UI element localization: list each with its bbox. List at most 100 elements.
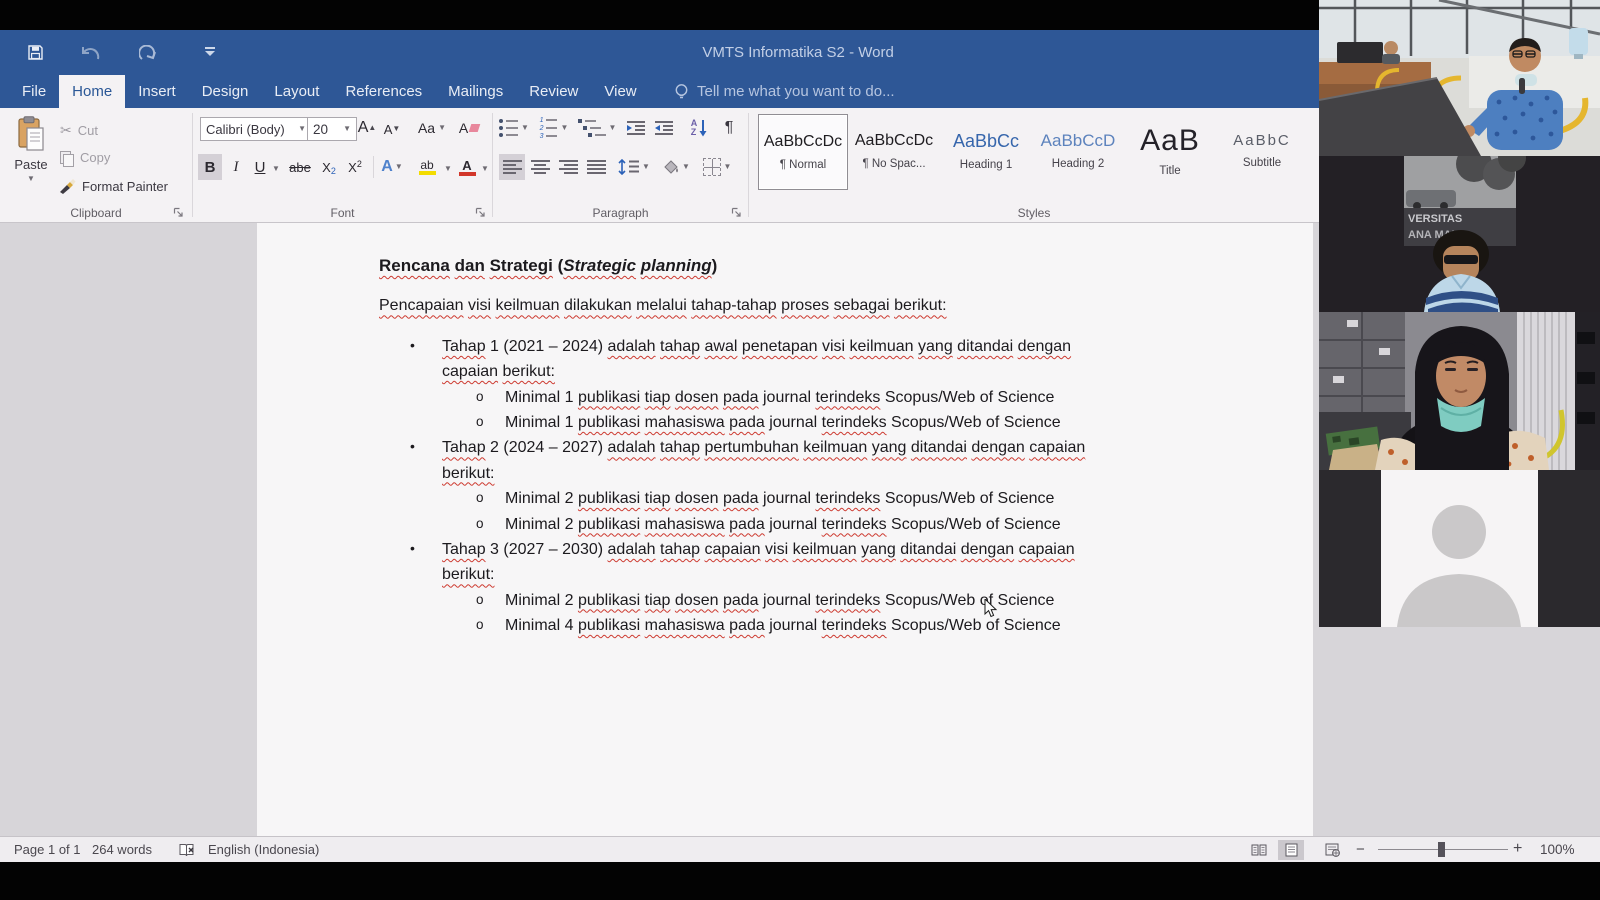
- undo-icon[interactable]: [79, 46, 101, 61]
- tab-design[interactable]: Design: [189, 75, 262, 108]
- participant-video-3[interactable]: [1319, 312, 1600, 470]
- language-indicator[interactable]: English (Indonesia): [208, 842, 319, 857]
- tab-home[interactable]: Home: [59, 75, 125, 108]
- paste-button[interactable]: Paste ▼: [8, 114, 54, 198]
- text-highlight-button[interactable]: ab: [411, 154, 443, 180]
- tab-insert[interactable]: Insert: [125, 75, 189, 108]
- participant-avatar[interactable]: [1319, 470, 1600, 627]
- document-page[interactable]: Rencana dan Strategi (Strategic planning…: [257, 223, 1313, 836]
- sub-bullet-line: oMinimal 2 publikasi mahasiswa pada jour…: [505, 512, 1313, 537]
- decrease-indent-button[interactable]: [623, 116, 649, 140]
- tab-view[interactable]: View: [591, 75, 649, 108]
- tab-file[interactable]: File: [9, 75, 59, 108]
- participant-video-2[interactable]: VERSITAS ANA MALI: [1319, 156, 1600, 312]
- underline-button[interactable]: U: [250, 154, 270, 180]
- participant-video-1[interactable]: [1319, 0, 1600, 156]
- strikethrough-button[interactable]: abe: [285, 154, 315, 180]
- bullet-line: •Tahap 3 (2027 – 2030) adalah tahap capa…: [442, 537, 1313, 562]
- font-name-combo[interactable]: Calibri (Body) ▼: [200, 117, 312, 141]
- word-count[interactable]: 264 words: [92, 842, 152, 857]
- grow-font-button[interactable]: A▲: [355, 116, 379, 140]
- paragraph-dialog-launcher[interactable]: [731, 207, 742, 218]
- format-painter-label: Format Painter: [82, 179, 168, 194]
- tab-review[interactable]: Review: [516, 75, 591, 108]
- zoom-in-button[interactable]: +: [1513, 840, 1522, 858]
- zoom-slider-handle[interactable]: [1438, 842, 1445, 857]
- page-indicator[interactable]: Page 1 of 1: [14, 842, 81, 857]
- customize-qat-icon[interactable]: [205, 47, 215, 56]
- tell-me-box[interactable]: Tell me what you want to do...: [674, 75, 895, 108]
- list-line-text: Tahap 1 (2021 – 2024) adalah tahap awal …: [442, 338, 1071, 355]
- list-line-text: Minimal 2 publikasi tiap dosen pada jour…: [505, 490, 1054, 507]
- style-card-heading-1[interactable]: AaBbCcHeading 1: [942, 114, 1030, 188]
- font-color-caret[interactable]: ▼: [481, 165, 489, 173]
- line-spacing-icon: [618, 159, 640, 175]
- list-line-text: berikut:: [442, 465, 494, 482]
- style-card--no-spac-[interactable]: AaBbCcDc¶ No Spac...: [850, 114, 938, 188]
- shading-button[interactable]: ▼: [659, 154, 693, 180]
- align-right-button[interactable]: [555, 154, 581, 180]
- bullet-line: •Tahap 1 (2021 – 2024) adalah tahap awal…: [442, 334, 1313, 359]
- multilevel-list-button[interactable]: ▼: [579, 116, 615, 140]
- highlight-color-bar: [419, 171, 436, 175]
- subscript-button[interactable]: X 2: [317, 154, 341, 180]
- doc-heading-segment: Strategic planning: [563, 256, 711, 275]
- superscript-button[interactable]: X 2: [343, 154, 367, 180]
- bold-button[interactable]: B: [198, 154, 222, 180]
- numbering-button[interactable]: 1 2 3 ▼: [537, 116, 571, 140]
- font-color-button[interactable]: A: [455, 154, 479, 180]
- cut-button[interactable]: ✂ Cut: [60, 122, 98, 139]
- change-case-button[interactable]: Aa▼: [415, 116, 449, 140]
- style-card-heading-2[interactable]: AaBbCcDHeading 2: [1034, 114, 1122, 188]
- underline-caret[interactable]: ▼: [272, 165, 280, 173]
- shading-bucket-icon: [662, 159, 680, 175]
- style-card-subtitle[interactable]: AaBbCSubtitle: [1218, 114, 1306, 188]
- sort-button[interactable]: AZ: [685, 114, 713, 142]
- redo-icon[interactable]: [139, 45, 159, 62]
- font-dialog-launcher[interactable]: [475, 207, 486, 218]
- tab-mailings[interactable]: Mailings: [435, 75, 516, 108]
- highlight-caret[interactable]: ▼: [444, 165, 452, 173]
- align-center-button[interactable]: [527, 154, 553, 180]
- italic-button[interactable]: I: [226, 154, 246, 180]
- increase-indent-button[interactable]: [651, 116, 677, 140]
- show-hide-pilcrow-button[interactable]: ¶: [717, 116, 741, 140]
- video-gallery: VERSITAS ANA MALI: [1319, 0, 1600, 627]
- bullets-button[interactable]: ▼: [499, 116, 529, 140]
- bullet-line: capaian berikut:: [442, 359, 1313, 384]
- read-mode-button[interactable]: [1246, 840, 1272, 860]
- tab-layout[interactable]: Layout: [261, 75, 332, 108]
- format-painter-button[interactable]: Format Painter: [58, 178, 168, 194]
- copy-icon: [60, 151, 74, 165]
- font-size-combo[interactable]: 20 ▼: [307, 117, 357, 141]
- align-left-button[interactable]: [499, 154, 525, 180]
- clear-formatting-button[interactable]: A: [455, 116, 483, 140]
- justify-button[interactable]: [583, 154, 609, 180]
- list-marker: o: [476, 587, 484, 612]
- align-left-icon: [503, 160, 522, 174]
- sub-bullet-line: oMinimal 4 publikasi mahasiswa pada jour…: [505, 613, 1313, 638]
- style-card--normal[interactable]: AaBbCcDc¶ Normal: [758, 114, 848, 190]
- style-name: Title: [1159, 165, 1180, 177]
- zoom-out-button[interactable]: −: [1356, 841, 1365, 858]
- save-icon[interactable]: [27, 44, 44, 61]
- clipboard-dialog-launcher[interactable]: [173, 207, 184, 218]
- borders-button[interactable]: ▼: [699, 154, 735, 180]
- line-spacing-button[interactable]: ▼: [617, 154, 651, 180]
- print-layout-button[interactable]: [1278, 840, 1304, 860]
- style-card-title[interactable]: AaBTitle: [1126, 114, 1214, 188]
- paste-label: Paste: [8, 157, 54, 172]
- proofing-status-icon[interactable]: [178, 843, 196, 857]
- mouse-cursor: [984, 599, 998, 619]
- web-layout-button[interactable]: [1320, 840, 1346, 860]
- doc-paragraph: Pencapaian visi keilmuan dilakukan melal…: [379, 293, 1313, 318]
- outdoor-scene: VERSITAS ANA MALI: [1319, 156, 1600, 312]
- zoom-level[interactable]: 100%: [1540, 842, 1575, 857]
- list-line-text: Tahap 2 (2024 – 2027) adalah tahap pertu…: [442, 439, 1085, 456]
- shrink-font-button[interactable]: A▼: [381, 118, 403, 140]
- tab-references[interactable]: References: [332, 75, 435, 108]
- copy-button[interactable]: Copy: [60, 150, 110, 165]
- paste-icon: [17, 116, 45, 152]
- text-effects-button[interactable]: A ▼: [379, 154, 405, 180]
- list-marker: •: [410, 434, 415, 459]
